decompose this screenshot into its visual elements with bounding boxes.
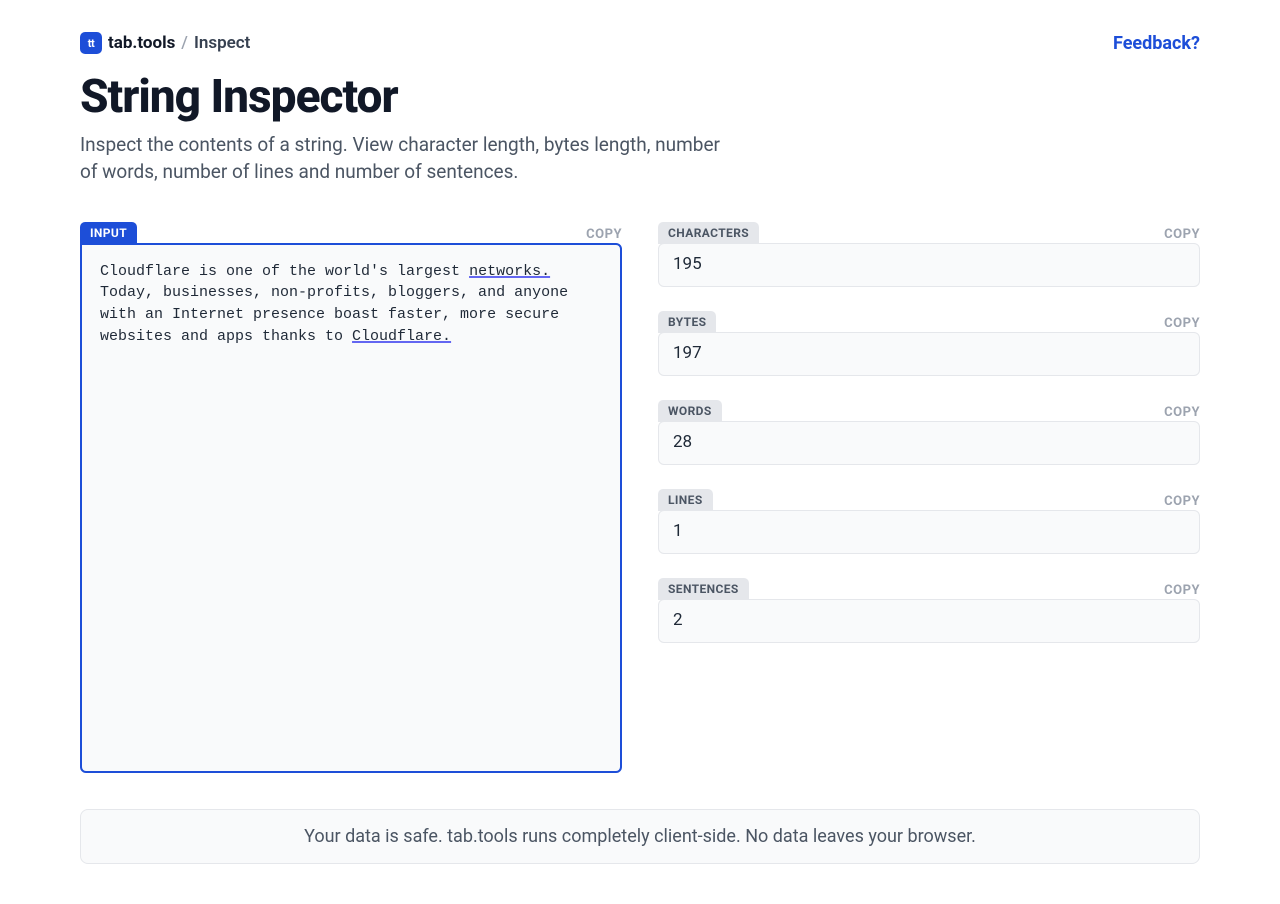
input-panel: INPUT COPY Cloudflare is one of the worl… [80,222,622,773]
sentences-copy-button[interactable]: COPY [1164,583,1200,600]
words-copy-button[interactable]: COPY [1164,405,1200,422]
breadcrumb: tt tab.tools / Inspect [80,32,250,54]
sentences-label: SENTENCES [658,578,749,600]
input-label-tag: INPUT [80,222,137,244]
bytes-copy-button[interactable]: COPY [1164,316,1200,333]
page-subtitle: Inspect the contents of a string. View c… [80,131,740,186]
lines-label: LINES [658,489,713,511]
page-title: String Inspector [80,72,1200,123]
brand-link[interactable]: tab.tools [108,33,175,53]
characters-label: CHARACTERS [658,222,759,244]
characters-copy-button[interactable]: COPY [1164,227,1200,244]
words-label: WORDS [658,400,722,422]
privacy-footer: Your data is safe. tab.tools runs comple… [80,809,1200,864]
bytes-label: BYTES [658,311,716,333]
breadcrumb-separator: / [181,33,188,53]
lines-value: 1 [658,510,1200,554]
input-textarea[interactable]: Cloudflare is one of the world's largest… [80,243,622,773]
lines-copy-button[interactable]: COPY [1164,494,1200,511]
breadcrumb-current: Inspect [194,33,250,53]
input-copy-button[interactable]: COPY [586,227,622,244]
feedback-link[interactable]: Feedback? [1113,33,1200,54]
outputs-column: CHARACTERS COPY 195 BYTES COPY 197 WORDS… [658,222,1200,643]
characters-panel: CHARACTERS COPY 195 [658,222,1200,287]
words-value: 28 [658,421,1200,465]
bytes-panel: BYTES COPY 197 [658,311,1200,376]
sentences-value: 2 [658,599,1200,643]
characters-value: 195 [658,243,1200,287]
sentences-panel: SENTENCES COPY 2 [658,578,1200,643]
words-panel: WORDS COPY 28 [658,400,1200,465]
lines-panel: LINES COPY 1 [658,489,1200,554]
bytes-value: 197 [658,332,1200,376]
logo-icon[interactable]: tt [80,32,102,54]
